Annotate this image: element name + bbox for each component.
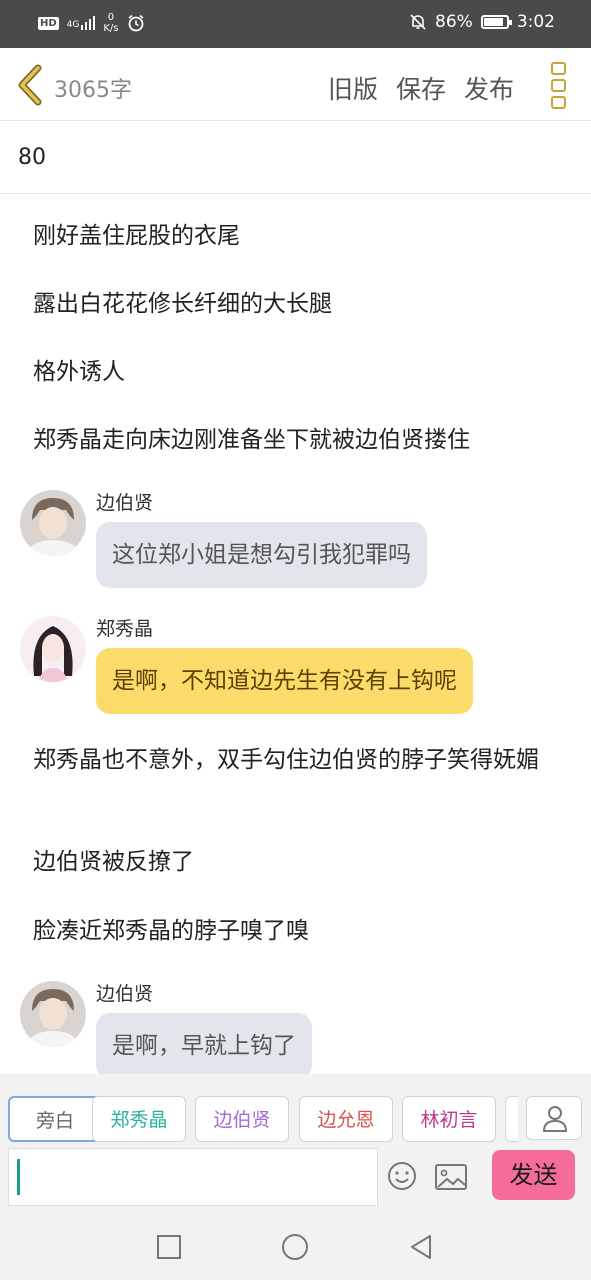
avatar[interactable] [20, 490, 86, 556]
send-button[interactable]: 发送 [492, 1150, 575, 1200]
role-chip[interactable]: 边允恩 [299, 1096, 393, 1142]
paragraph: 郑秀晶也不意外，双手勾住边伯贤的脖子笑得妩媚 [33, 747, 539, 773]
circle-icon[interactable] [280, 1232, 310, 1262]
publish-button[interactable]: 发布 [464, 70, 514, 106]
paragraph: 脸凑近郑秀晶的脖子嗅了嗅 [33, 918, 309, 944]
speed-value: 0 [107, 12, 115, 23]
role-chip[interactable]: 边伯贤 [195, 1096, 289, 1142]
message-bubble: 是啊，早就上钩了 [96, 1013, 312, 1074]
speaker-name: 郑秀晶 [96, 618, 154, 640]
manage-roles-button[interactable] [526, 1096, 582, 1140]
chapter-title-field[interactable]: 80 [0, 121, 591, 194]
status-bar: HD 4G 0 K/s 86% 3:02 [0, 0, 591, 48]
composer: 旁白 郑秀晶 边伯贤 边允恩 林初言 发送 [0, 1074, 591, 1214]
signal-icon: 4G [67, 16, 96, 30]
chapter-number: 80 [18, 145, 46, 170]
bell-off-icon [410, 14, 426, 30]
status-left: HD 4G 0 K/s [38, 12, 145, 34]
chevron-left-icon[interactable] [14, 64, 48, 106]
person-icon [542, 1106, 568, 1132]
alarm-icon [128, 14, 144, 32]
save-button[interactable]: 保存 [396, 70, 446, 106]
speaker-name: 边伯贤 [96, 492, 154, 514]
message-input[interactable] [8, 1148, 378, 1206]
battery-icon [480, 15, 512, 29]
paragraph: 刚好盖住屁股的衣尾 [33, 223, 240, 249]
role-chip-partial[interactable] [505, 1096, 518, 1142]
story-content[interactable]: 刚好盖住屁股的衣尾 露出白花花修长纤细的大长腿 格外诱人 郑秀晶走向床边刚准备坐… [0, 194, 591, 1074]
text-caret [17, 1159, 20, 1195]
more-vertical-icon[interactable] [548, 62, 568, 109]
message-bubble: 是啊，不知道边先生有没有上钩呢 [96, 648, 473, 714]
role-chip[interactable]: 郑秀晶 [92, 1096, 186, 1142]
role-chip-narration[interactable]: 旁白 [8, 1096, 102, 1142]
old-version-button[interactable]: 旧版 [328, 70, 378, 106]
clock: 3:02 [516, 12, 555, 32]
triangle-back-icon[interactable] [406, 1232, 436, 1262]
network-speed: 0 K/s [103, 12, 118, 34]
network-type: 4G [66, 20, 80, 30]
avatar[interactable] [20, 981, 86, 1047]
speaker-name: 边伯贤 [96, 983, 154, 1005]
hd-badge: HD [38, 16, 59, 30]
role-selector: 旁白 郑秀晶 边伯贤 边允恩 林初言 [8, 1096, 518, 1144]
paragraph: 格外诱人 [33, 359, 125, 385]
square-icon[interactable] [154, 1232, 184, 1262]
paragraph: 边伯贤被反撩了 [33, 849, 194, 875]
image-icon[interactable] [434, 1162, 468, 1192]
speed-unit: K/s [103, 23, 119, 34]
message-bubble: 这位郑小姐是想勾引我犯罪吗 [96, 522, 427, 588]
role-chip[interactable]: 林初言 [402, 1096, 496, 1142]
word-count: 3065字 [54, 78, 132, 103]
emoji-icon[interactable] [386, 1160, 418, 1192]
avatar[interactable] [20, 616, 86, 682]
battery-percent: 86% [435, 12, 473, 32]
editor-toolbar: 3065字 旧版 保存 发布 [0, 48, 591, 121]
paragraph: 露出白花花修长纤细的大长腿 [33, 291, 332, 317]
paragraph: 郑秀晶走向床边刚准备坐下就被边伯贤搂住 [33, 427, 470, 453]
system-navigation-bar [0, 1214, 591, 1280]
status-right: 86% 3:02 [409, 12, 555, 32]
